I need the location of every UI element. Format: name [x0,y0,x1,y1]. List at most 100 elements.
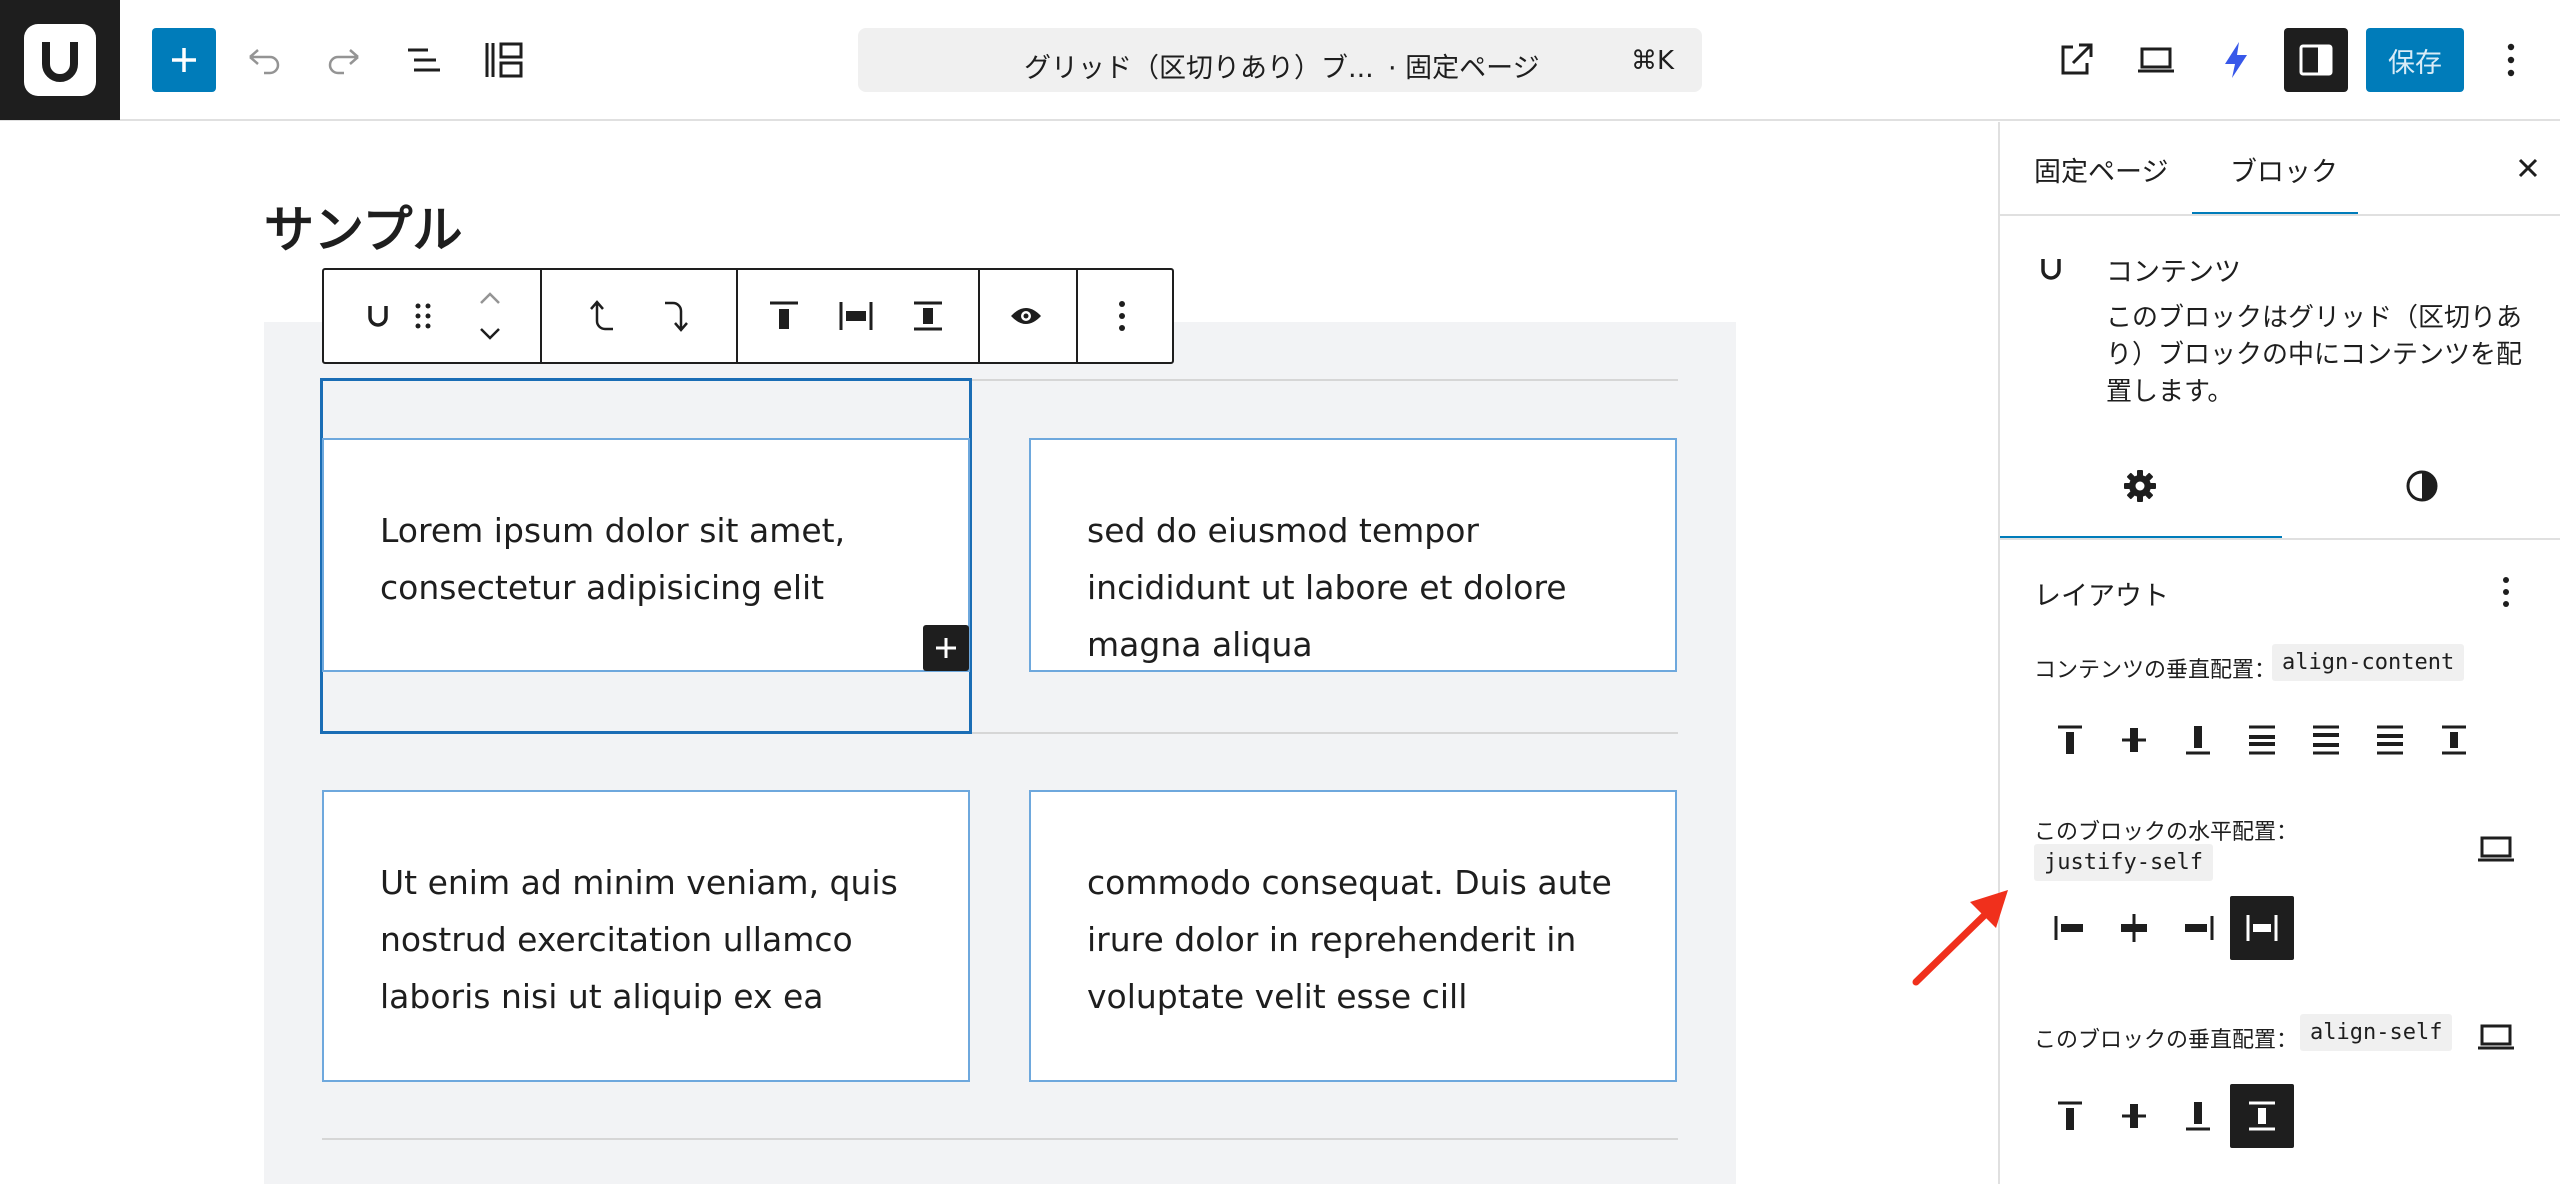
add-block-button[interactable] [152,28,216,92]
align-content-space-around-option[interactable] [2294,708,2358,772]
document-bar[interactable]: グリッド（区切りあり）ブ... · 固定ページ ⌘K [858,28,1702,92]
justify-self-code-text: justify-self [2034,844,2213,881]
close-sidebar-button[interactable] [2510,150,2546,186]
plus-icon [172,48,196,72]
editor-top-bar: グリッド（区切りあり）ブ... · 固定ページ ⌘K 保存 [0,0,2560,121]
undo-button[interactable] [232,28,296,92]
space-between-icon [2249,725,2275,755]
settings-sidebar-toggle[interactable] [2284,28,2348,92]
justify-self-center-option[interactable] [2102,896,2166,960]
justify-self-stretch-option[interactable] [2230,896,2294,960]
justify-stretch-button[interactable] [832,292,880,340]
justify-right-icon [2185,916,2214,940]
undo-icon [249,49,280,75]
block-appender-button[interactable] [923,625,969,671]
settings-tab[interactable] [2108,454,2172,518]
options-button[interactable] [2476,28,2546,92]
styles-tab[interactable] [2390,454,2454,518]
cell-text[interactable]: commodo consequat. Duis aute irure dolor… [1087,854,1645,1025]
align-self-label: このブロックの垂直配置： [2034,1022,2298,1054]
align-top-button[interactable] [760,292,808,340]
site-logo-icon [24,24,96,96]
arrow-up-left-icon [590,300,613,331]
align-stretch-button[interactable] [904,292,952,340]
drag-handle[interactable] [408,292,438,340]
align-content-label-text: コンテンツの垂直配置： [2034,658,2277,683]
align-content-bottom-option[interactable] [2166,708,2230,772]
layout-panel-title[interactable]: レイアウト [2034,574,2169,613]
chevron-up-icon [480,292,500,304]
align-content-label: コンテンツの垂直配置： [2034,652,2276,684]
move-down-button[interactable] [466,316,514,352]
block-visibility-button[interactable] [1002,292,1050,340]
editor-canvas: サンプル Lorem ipsum dolor sit amet, consect… [0,122,1998,1184]
annotation-arrow-icon [1912,890,2008,986]
align-content-top-option[interactable] [2038,708,2102,772]
block-type-button[interactable] [354,292,402,340]
align-self-code: align-self [2300,1014,2453,1051]
performance-button[interactable] [2204,28,2268,92]
redo-button[interactable] [312,28,376,92]
arrow-down-right-icon [665,301,688,332]
select-child-button[interactable] [652,292,700,340]
site-icon-button[interactable] [0,0,120,120]
select-parent-button[interactable] [578,292,626,340]
align-center-icon [2122,728,2146,752]
align-self-center-option[interactable] [2102,1084,2166,1148]
sidebar-toggle-icon [2299,44,2333,76]
align-bottom-icon [2186,726,2210,755]
align-content-stretch-option[interactable] [2422,708,2486,772]
move-up-button[interactable] [466,280,514,316]
grid-divider [322,1138,1678,1140]
page-title[interactable]: サンプル [264,190,463,262]
cell-text[interactable]: Ut enim ad minim veniam, quis nostrud ex… [380,854,938,1025]
layout-options-button[interactable] [2502,576,2510,610]
align-self-label-text: このブロックの垂直配置： [2034,1028,2299,1053]
redo-icon [328,49,359,75]
align-content-space-between-option[interactable] [2230,708,2294,772]
laptop-icon [2478,836,2514,862]
align-bottom-icon [2186,1102,2210,1131]
block-options-button[interactable] [1098,292,1146,340]
view-page-button[interactable] [2044,28,2108,92]
justify-self-end-option[interactable] [2166,896,2230,960]
align-self-stretch-option[interactable] [2230,1084,2294,1148]
grid-cell[interactable]: Lorem ipsum dolor sit amet, consectetur … [322,438,970,672]
responsive-device-button[interactable] [2476,834,2516,864]
cell-text[interactable]: Lorem ipsum dolor sit amet, consectetur … [380,502,938,616]
gear-icon [2124,470,2156,502]
align-content-center-option[interactable] [2102,708,2166,772]
block-outline-button[interactable] [472,28,536,92]
more-vertical-icon [2507,43,2515,77]
tab-block[interactable]: ブロック [2230,150,2338,189]
justify-left-icon [2054,916,2083,940]
document-title: グリッド（区切りあり）ブ... [1024,53,1374,84]
toolbar-separator [1076,270,1078,362]
justify-center-icon [2121,914,2147,942]
tab-page[interactable]: 固定ページ [2034,150,2168,189]
device-preview-button[interactable] [2124,28,2188,92]
align-top-icon [2058,1101,2082,1130]
responsive-device-button[interactable] [2476,1022,2516,1052]
align-self-bottom-option[interactable] [2166,1084,2230,1148]
justify-self-label-text: このブロックの水平配置： [2034,820,2299,845]
laptop-icon [2478,1024,2514,1050]
grid-cell[interactable]: sed do eiusmod tempor incididunt ut labo… [1029,438,1677,672]
space-around-icon [2313,725,2339,755]
align-stretch-icon [2442,725,2466,755]
align-self-top-option[interactable] [2038,1084,2102,1148]
grid-cell[interactable]: commodo consequat. Duis aute irure dolor… [1029,790,1677,1082]
grid-cell[interactable]: Ut enim ad minim veniam, quis nostrud ex… [322,790,970,1082]
cell-text[interactable]: sed do eiusmod tempor incididunt ut labo… [1087,502,1645,673]
justify-self-label: このブロックの水平配置： [2034,814,2298,846]
justify-self-code: justify-self [2034,844,2213,881]
block-card-title: コンテンツ [2106,257,2241,288]
save-button[interactable]: 保存 [2366,28,2464,92]
align-center-icon [2122,1104,2146,1128]
block-card-description: このブロックはグリッド（区切りあり）ブロックの中にコンテンツを配置します。 [2106,303,2523,407]
align-content-code-text: align-content [2272,644,2465,681]
document-overview-button[interactable] [392,28,456,92]
justify-self-start-option[interactable] [2038,896,2102,960]
toolbar-separator [736,270,738,362]
align-content-space-evenly-option[interactable] [2358,708,2422,772]
